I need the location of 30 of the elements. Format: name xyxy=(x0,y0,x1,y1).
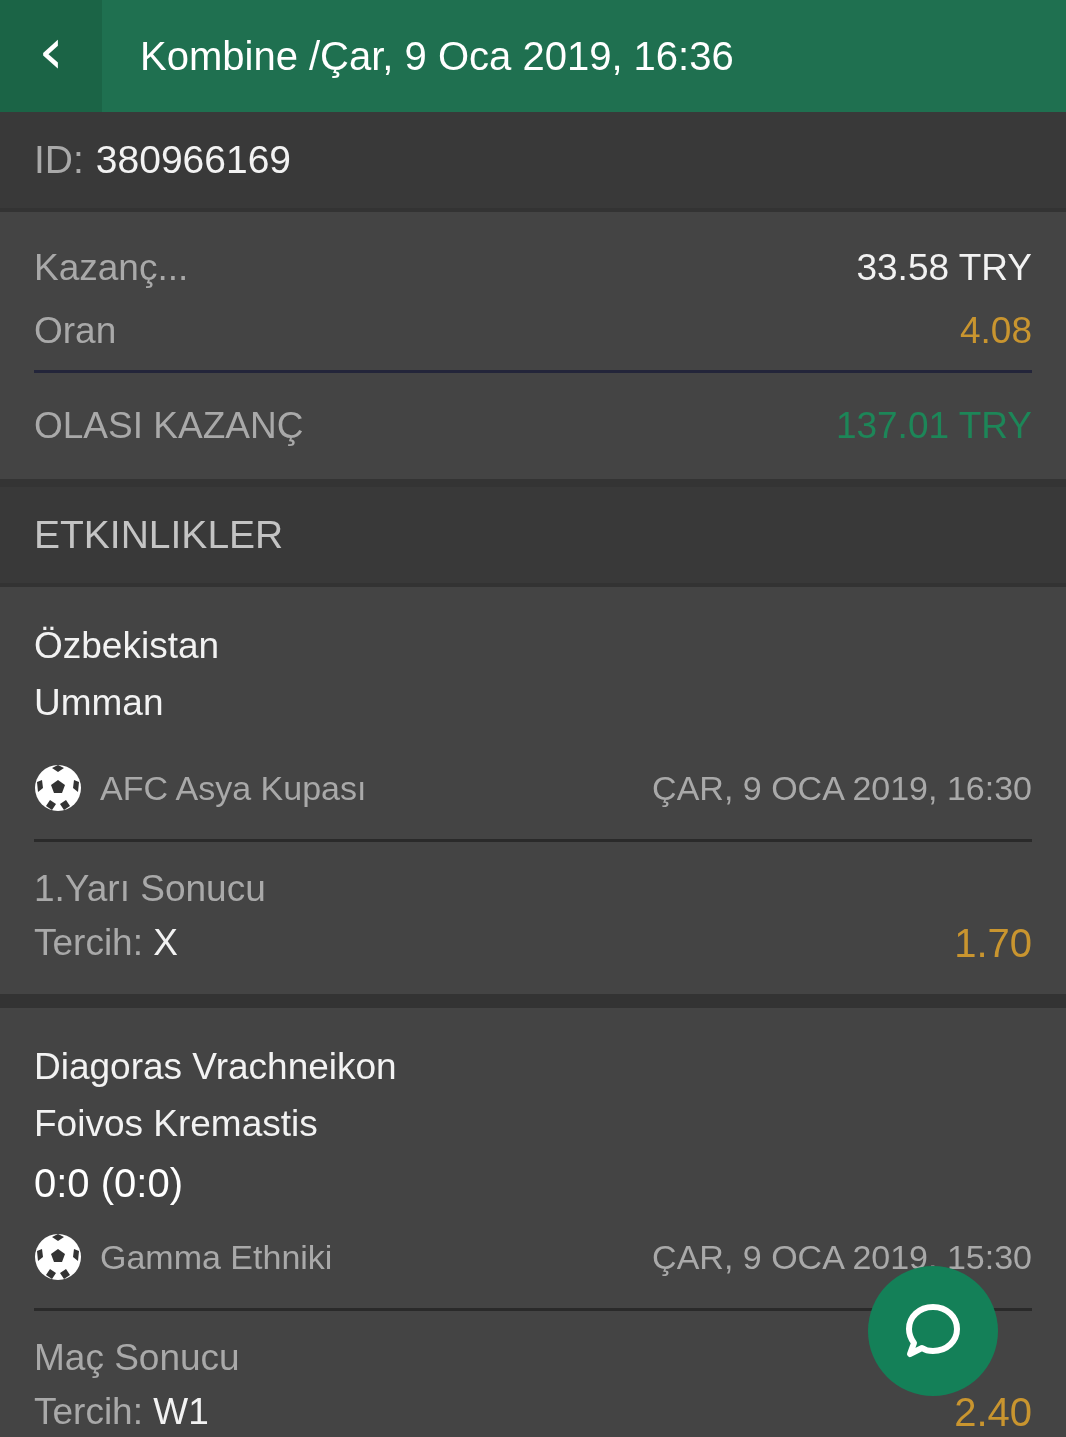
pick-label: Tercih: xyxy=(34,922,143,963)
match-date: ÇAR, 9 OCA 2019, 15:30 xyxy=(652,1237,1032,1277)
pick-value: W1 xyxy=(153,1391,209,1432)
summary-value: 33.58 TRY xyxy=(856,246,1032,289)
summary-value: 4.08 xyxy=(960,309,1032,352)
summary-label: Oran xyxy=(34,309,117,352)
league-name: AFC Asya Kupası xyxy=(100,768,367,808)
pick-odds: 2.40 xyxy=(954,1389,1032,1436)
summary-label: Kazanç... xyxy=(34,246,189,289)
id-value: 380966169 xyxy=(95,138,292,182)
section-heading: ETKINLIKLER xyxy=(0,487,1066,587)
potential-win-label: OLASI KAZANÇ xyxy=(34,405,304,447)
team-name: Diagoras Vrachneikon xyxy=(34,1045,398,1089)
pick-odds: 1.70 xyxy=(954,920,1032,967)
market-name: Maç Sonucu xyxy=(34,1336,240,1380)
id-label: ID: xyxy=(34,138,84,182)
league-name: Gamma Ethniki xyxy=(100,1237,333,1277)
pick-value: X xyxy=(153,922,178,963)
soccer-ball-icon xyxy=(34,1233,82,1281)
match-date: ÇAR, 9 OCA 2019, 16:30 xyxy=(652,768,1032,808)
soccer-ball-icon xyxy=(34,764,82,812)
match-score: 0:0 (0:0) xyxy=(34,1160,184,1207)
back-button[interactable]: ‹ xyxy=(0,0,102,112)
team-name: Özbekistan xyxy=(34,624,221,668)
team-name: Foivos Kremastis xyxy=(34,1102,319,1146)
potential-win-value: 137.01 TRY xyxy=(835,405,1032,447)
market-name: 1.Yarı Sonucu xyxy=(34,867,266,911)
team-name: Umman xyxy=(34,681,165,725)
page-title: Kombine /Çar, 9 Oca 2019, 16:36 xyxy=(139,32,734,80)
pick-label: Tercih: xyxy=(34,1391,143,1432)
